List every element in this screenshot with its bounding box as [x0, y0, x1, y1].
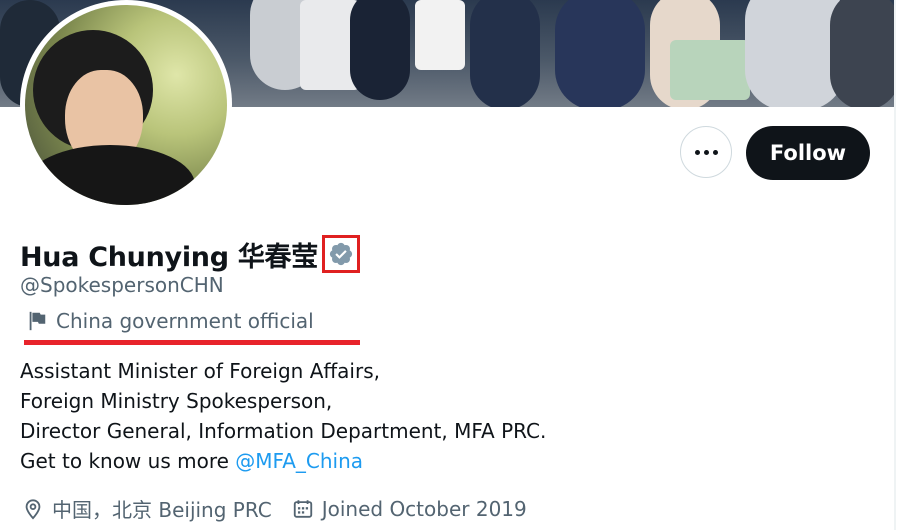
more-horizontal-icon [694, 149, 718, 155]
more-options-button[interactable] [680, 126, 732, 178]
location-item: 中国，北京 Beijing PRC [22, 494, 272, 523]
bio-line: Foreign Ministry Spokesperson, [20, 389, 333, 413]
handle: @SpokespersonCHN [20, 273, 224, 297]
verified-badge-icon[interactable] [328, 241, 354, 267]
flag-icon [29, 311, 46, 331]
profile-meta: 中国，北京 Beijing PRC Joined October 2019 [22, 494, 547, 523]
banner-shape [670, 40, 750, 100]
calendar-icon [293, 499, 312, 518]
profile-page: Follow Hua Chunying 华春莹 @SpokespersonCHN… [0, 0, 906, 530]
affiliation-label[interactable]: China government official [26, 309, 314, 333]
banner-shape [830, 0, 894, 107]
avatar[interactable] [25, 5, 227, 205]
location-text: 中国，北京 Beijing PRC [52, 498, 272, 522]
banner-shape [415, 0, 465, 70]
joined-item: Joined October 2019 [292, 497, 527, 521]
annotation-underline [24, 340, 360, 345]
display-name: Hua Chunying 华春莹 [20, 242, 318, 273]
mention-link[interactable]: @MFA_China [235, 449, 363, 473]
bio-text: Get to know us more [20, 449, 236, 473]
avatar-body [25, 145, 195, 205]
joined-text: Joined October 2019 [321, 496, 527, 521]
verified-annotation-box [322, 235, 360, 273]
banner-shape [470, 0, 540, 107]
follow-button[interactable]: Follow [746, 126, 870, 180]
location-pin-icon [25, 498, 41, 520]
bio-line: Assistant Minister of Foreign Affairs, [20, 359, 380, 383]
scrollbar-edge [894, 0, 896, 530]
bio-line: Get to know us more @MFA_China [20, 446, 720, 476]
bio: Assistant Minister of Foreign Affairs, F… [20, 356, 720, 476]
banner-shape [555, 0, 645, 107]
bio-line: Director General, Information Department… [20, 419, 547, 443]
banner-shape [350, 0, 410, 100]
affiliation-text: China government official [56, 309, 314, 333]
